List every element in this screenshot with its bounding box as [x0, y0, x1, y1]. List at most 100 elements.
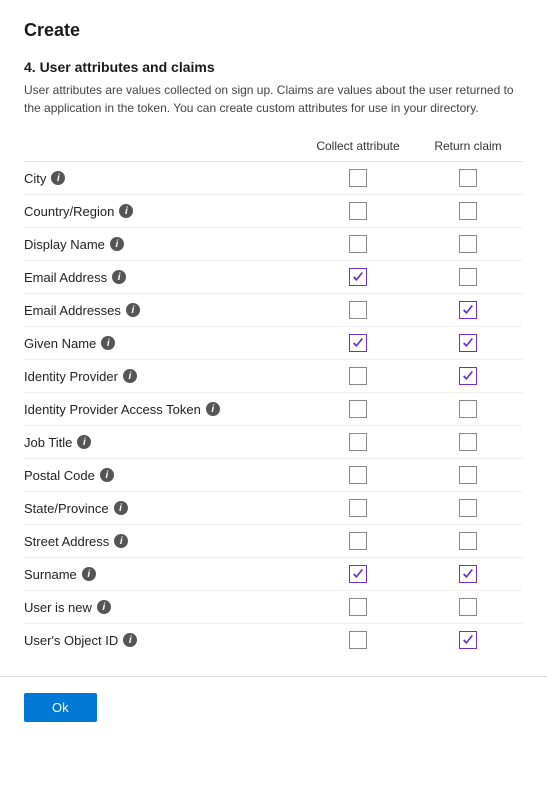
return-checkbox-4[interactable] — [459, 301, 477, 319]
return-checkbox-col-0 — [413, 169, 523, 187]
return-checkbox-0[interactable] — [459, 169, 477, 187]
collect-checkbox-8[interactable] — [349, 433, 367, 451]
attr-name-13: User is newi — [24, 600, 303, 615]
return-checkbox-col-2 — [413, 235, 523, 253]
return-checkbox-13[interactable] — [459, 598, 477, 616]
attr-name-14: User's Object IDi — [24, 633, 303, 648]
section-description: User attributes are values collected on … — [24, 81, 523, 117]
info-icon[interactable]: i — [82, 567, 96, 581]
info-icon[interactable]: i — [123, 633, 137, 647]
table-row: Job Titlei — [24, 426, 523, 459]
return-checkbox-col-9 — [413, 466, 523, 484]
collect-checkbox-col-7 — [303, 400, 413, 418]
collect-checkbox-col-14 — [303, 631, 413, 649]
collect-checkbox-col-9 — [303, 466, 413, 484]
return-checkbox-7[interactable] — [459, 400, 477, 418]
return-checkbox-12[interactable] — [459, 565, 477, 583]
collect-checkbox-col-4 — [303, 301, 413, 319]
attr-name-10: State/Provincei — [24, 501, 303, 516]
collect-checkbox-14[interactable] — [349, 631, 367, 649]
table-row: Surnamei — [24, 558, 523, 591]
collect-checkbox-col-6 — [303, 367, 413, 385]
header-return: Return claim — [413, 139, 523, 153]
table-row: Identity Provideri — [24, 360, 523, 393]
attr-name-1: Country/Regioni — [24, 204, 303, 219]
collect-checkbox-col-5 — [303, 334, 413, 352]
return-checkbox-col-12 — [413, 565, 523, 583]
collect-checkbox-5[interactable] — [349, 334, 367, 352]
return-checkbox-8[interactable] — [459, 433, 477, 451]
return-checkbox-col-6 — [413, 367, 523, 385]
collect-checkbox-col-1 — [303, 202, 413, 220]
return-checkbox-1[interactable] — [459, 202, 477, 220]
attr-name-11: Street Addressi — [24, 534, 303, 549]
attr-name-4: Email Addressesi — [24, 303, 303, 318]
info-icon[interactable]: i — [101, 336, 115, 350]
info-icon[interactable]: i — [100, 468, 114, 482]
info-icon[interactable]: i — [51, 171, 65, 185]
attr-name-6: Identity Provideri — [24, 369, 303, 384]
table-row: Given Namei — [24, 327, 523, 360]
info-icon[interactable]: i — [110, 237, 124, 251]
collect-checkbox-3[interactable] — [349, 268, 367, 286]
page-title: Create — [24, 20, 523, 41]
collect-checkbox-col-12 — [303, 565, 413, 583]
collect-checkbox-6[interactable] — [349, 367, 367, 385]
section-title: 4. User attributes and claims — [24, 59, 523, 75]
return-checkbox-9[interactable] — [459, 466, 477, 484]
attr-name-12: Surnamei — [24, 567, 303, 582]
table-row: Display Namei — [24, 228, 523, 261]
collect-checkbox-col-3 — [303, 268, 413, 286]
table-row: Cityi — [24, 162, 523, 195]
attr-name-8: Job Titlei — [24, 435, 303, 450]
info-icon[interactable]: i — [112, 270, 126, 284]
info-icon[interactable]: i — [114, 501, 128, 515]
collect-checkbox-1[interactable] — [349, 202, 367, 220]
table-row: User is newi — [24, 591, 523, 624]
info-icon[interactable]: i — [97, 600, 111, 614]
return-checkbox-5[interactable] — [459, 334, 477, 352]
return-checkbox-14[interactable] — [459, 631, 477, 649]
collect-checkbox-col-0 — [303, 169, 413, 187]
attr-name-2: Display Namei — [24, 237, 303, 252]
info-icon[interactable]: i — [77, 435, 91, 449]
table-row: Identity Provider Access Tokeni — [24, 393, 523, 426]
return-checkbox-col-5 — [413, 334, 523, 352]
return-checkbox-6[interactable] — [459, 367, 477, 385]
collect-checkbox-11[interactable] — [349, 532, 367, 550]
table-row: Street Addressi — [24, 525, 523, 558]
collect-checkbox-col-13 — [303, 598, 413, 616]
info-icon[interactable]: i — [119, 204, 133, 218]
collect-checkbox-4[interactable] — [349, 301, 367, 319]
table-row: Postal Codei — [24, 459, 523, 492]
collect-checkbox-12[interactable] — [349, 565, 367, 583]
return-checkbox-col-10 — [413, 499, 523, 517]
collect-checkbox-13[interactable] — [349, 598, 367, 616]
return-checkbox-3[interactable] — [459, 268, 477, 286]
return-checkbox-10[interactable] — [459, 499, 477, 517]
return-checkbox-11[interactable] — [459, 532, 477, 550]
info-icon[interactable]: i — [114, 534, 128, 548]
info-icon[interactable]: i — [126, 303, 140, 317]
collect-checkbox-col-2 — [303, 235, 413, 253]
collect-checkbox-col-11 — [303, 532, 413, 550]
collect-checkbox-10[interactable] — [349, 499, 367, 517]
collect-checkbox-7[interactable] — [349, 400, 367, 418]
return-checkbox-col-7 — [413, 400, 523, 418]
table-header: Collect attribute Return claim — [24, 135, 523, 162]
info-icon[interactable]: i — [123, 369, 137, 383]
return-checkbox-col-13 — [413, 598, 523, 616]
attr-name-5: Given Namei — [24, 336, 303, 351]
attr-name-0: Cityi — [24, 171, 303, 186]
info-icon[interactable]: i — [206, 402, 220, 416]
return-checkbox-col-4 — [413, 301, 523, 319]
table-row: Email Addressi — [24, 261, 523, 294]
collect-checkbox-0[interactable] — [349, 169, 367, 187]
collect-checkbox-2[interactable] — [349, 235, 367, 253]
return-checkbox-col-14 — [413, 631, 523, 649]
return-checkbox-col-1 — [413, 202, 523, 220]
ok-button[interactable]: Ok — [24, 693, 97, 722]
table-row: Email Addressesi — [24, 294, 523, 327]
return-checkbox-2[interactable] — [459, 235, 477, 253]
collect-checkbox-9[interactable] — [349, 466, 367, 484]
